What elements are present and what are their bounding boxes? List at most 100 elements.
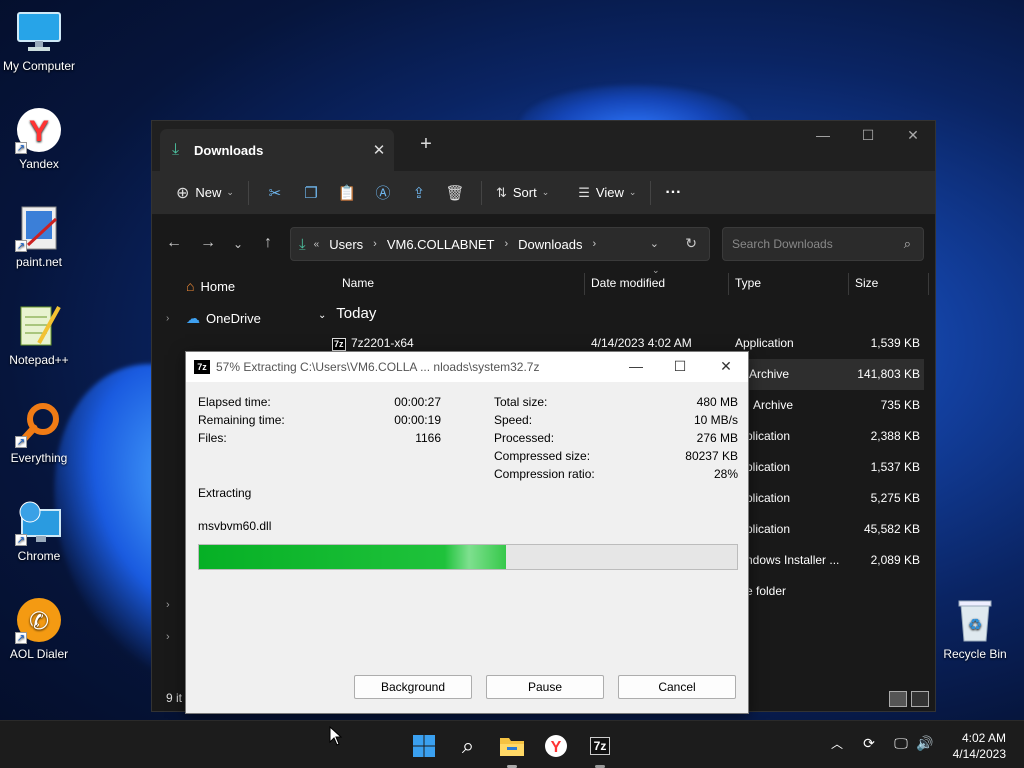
minimize-button[interactable]: — [808,127,838,143]
extraction-progress-bar [198,544,738,570]
file-size: 2,089 KB [870,553,920,567]
remaining-time-value: 00:00:19 [394,413,441,427]
taskbar-clock[interactable]: 4:02 AM 4/14/2023 [953,730,1006,762]
desktop-icon-recycle-bin[interactable]: ♻ Recycle Bin [936,596,1014,661]
search-box[interactable]: Search Downloads ⌕ [722,227,924,261]
background-button[interactable]: Background [354,675,472,699]
network-icon[interactable]: 🖵 [890,735,912,752]
show-hidden-icons-chevron-icon[interactable]: ︿ [826,735,848,752]
windows-logo-icon [413,735,435,757]
address-bar[interactable]: ⤓ « Users › VM6.COLLABNET › Downloads › … [290,227,710,261]
collapse-chevron-icon: ⌄ [318,310,327,321]
maximize-button[interactable]: ☐ [853,127,883,144]
mouse-cursor-icon [329,726,343,746]
cancel-button[interactable]: Cancel [618,675,736,699]
expand-chevron-icon[interactable]: › [166,599,170,611]
column-type[interactable]: Type [735,271,761,297]
recent-locations-icon[interactable]: ⌄ [226,237,250,251]
search-icon: ⌕ [461,733,475,758]
rename-icon[interactable]: Ⓐ [365,178,401,208]
desktop-icon-aol-dialer[interactable]: ✆ ↗ AOL Dialer [0,596,78,661]
more-options-button[interactable]: ··· [659,178,687,208]
desktop-icon-everything[interactable]: ↗ Everything [0,400,78,465]
files-label: Files: [198,431,227,445]
search-button[interactable]: ⌕ [453,731,483,761]
tab-bar: ⤓ Downloads ✕ + — ☐ ✕ [152,121,935,171]
file-explorer-taskbar-button[interactable] [497,731,527,768]
column-divider [848,273,849,295]
group-label: Today [336,305,377,322]
svg-text:Y: Y [29,115,49,148]
column-size[interactable]: Size [855,271,878,297]
new-button[interactable]: ⊕ New ⌄ [170,178,240,208]
file-type: plication [746,491,791,505]
minimize-button[interactable]: — [622,358,650,374]
sevenzip-taskbar-button[interactable]: 7z [585,731,615,768]
breadcrumb-vm6[interactable]: VM6.COLLABNET [387,237,495,252]
svg-text:♻: ♻ [968,615,982,634]
compression-ratio-value: 28% [713,467,738,481]
desktop-icon-yandex[interactable]: Y ↗ Yandex [0,106,78,171]
file-size: 5,275 KB [870,491,920,505]
tiles-view-button[interactable] [911,691,929,707]
desktop-icon-paintnet[interactable]: ↗ paint.net [0,204,78,269]
yandex-taskbar-button[interactable]: Y [541,731,571,761]
nav-item-onedrive[interactable]: › ☁ OneDrive [166,310,261,327]
speed-label: Speed: [494,413,533,427]
desktop-icon-label: Everything [10,451,68,465]
expand-chevron-icon[interactable]: › [166,631,170,643]
paste-icon[interactable]: 📋 [329,178,365,208]
group-header-today[interactable]: ⌄ Today [318,305,376,322]
desktop-icon-label: paint.net [15,255,63,269]
view-button[interactable]: ☰ View ⌄ [572,178,642,208]
shortcut-arrow-icon: ↗ [15,142,27,154]
back-arrow-icon[interactable]: ← [162,234,186,252]
file-type: plication [746,429,791,443]
refresh-icon[interactable]: ↻ [685,235,697,252]
delete-icon[interactable]: 🗑 [437,178,473,208]
tab-downloads[interactable]: ⤓ Downloads ✕ [160,129,394,171]
nav-item-home[interactable]: ⌂ Home [166,278,235,294]
chevron-down-icon: ⌄ [628,187,637,197]
desktop-icon-my-computer[interactable]: My Computer [0,8,78,73]
maximize-button[interactable]: ☐ [666,358,694,375]
sevenzip-file-icon: 7z [332,338,346,351]
file-type: plication [746,522,791,536]
desktop-icon-chrome[interactable]: ↗ Chrome [0,498,78,563]
pause-button[interactable]: Pause [486,675,604,699]
breadcrumb-separator-icon: › [504,238,509,250]
sort-indicator-icon: ⌄ [652,265,660,275]
compressed-size-value: 80237 KB [685,449,738,463]
sync-status-icon[interactable]: ⟳ [858,735,880,752]
close-dialog-button[interactable]: ✕ [712,358,740,375]
breadcrumb-downloads[interactable]: Downloads [518,237,582,252]
share-icon[interactable]: ⇪ [401,178,437,208]
new-tab-button[interactable]: + [414,133,438,156]
volume-icon[interactable]: 🔊 [914,735,936,752]
toolbar-divider [247,180,249,205]
yandex-icon: Y [545,735,567,757]
column-name[interactable]: Name [342,271,374,297]
sevenzip-progress-dialog: 7z 57% Extracting C:\Users\VM6.COLLA ...… [185,351,749,714]
up-arrow-icon[interactable]: ↑ [256,234,280,252]
details-view-button[interactable] [889,691,907,707]
address-dropdown-icon[interactable]: ⌄ [650,237,659,250]
view-switcher [889,691,929,707]
desktop-icon-label: My Computer [2,59,76,73]
desktop-icon-notepadpp[interactable]: Notepad++ [0,302,78,367]
shortcut-arrow-icon: ↗ [15,534,27,546]
shortcut-arrow-icon: ↗ [15,436,27,448]
copy-icon[interactable]: ❐ [293,178,329,208]
forward-arrow-icon[interactable]: → [196,234,220,252]
close-tab-icon[interactable]: ✕ [364,141,394,159]
cloud-icon: ☁ [186,310,200,326]
file-type: ndows Installer ... [746,553,840,567]
toolbar-gap [563,181,564,205]
breadcrumb-users[interactable]: Users [329,237,363,252]
start-button[interactable] [409,731,439,761]
cut-icon[interactable]: ✂ [257,178,293,208]
sort-button[interactable]: ⇅ Sort ⌄ [490,178,555,208]
expand-chevron-icon[interactable]: › [166,313,186,324]
close-window-button[interactable]: ✕ [898,127,928,144]
remaining-time-label: Remaining time: [198,413,285,427]
